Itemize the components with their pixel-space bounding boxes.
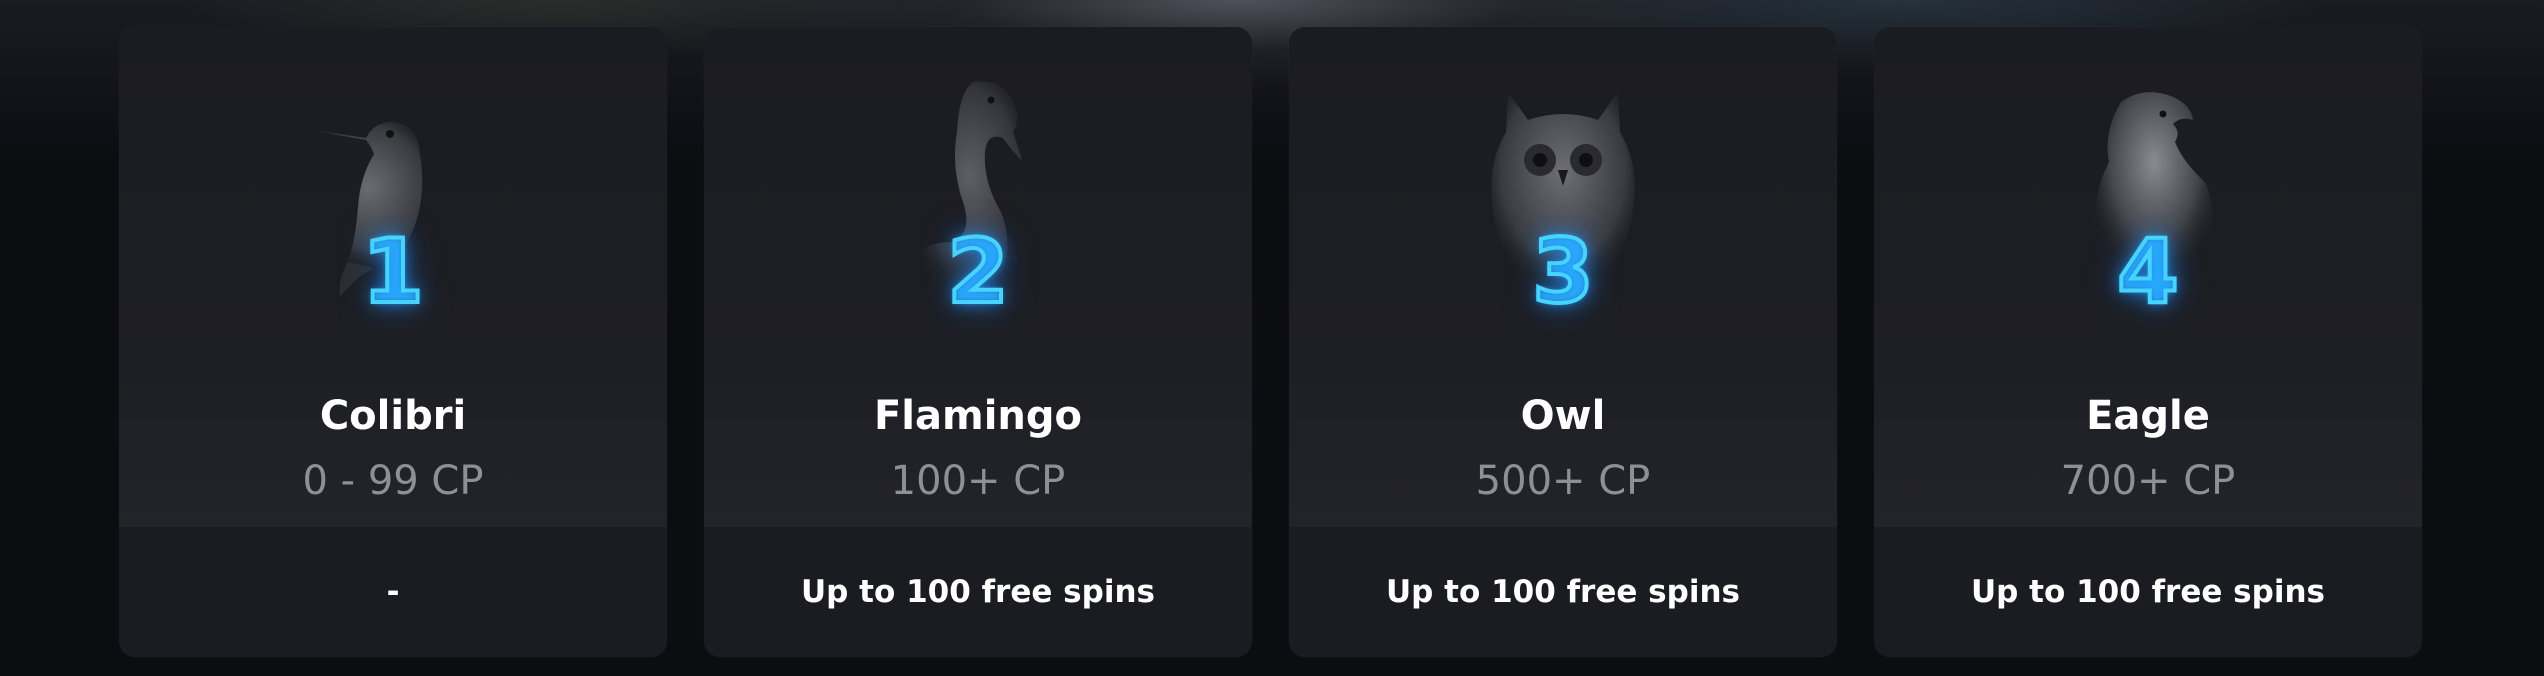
tier-number: 1 [360,220,425,324]
tier-reward: Up to 100 free spins [1971,574,2325,610]
tier-number: 3 [1530,220,1595,324]
tier-card-footer: Up to 100 free spins [1874,527,2422,657]
tier-card-header: 1 Colibri 0 - 99 CP [119,27,667,527]
tier-name: Colibri [319,393,467,439]
tier-name: Flamingo [873,393,1082,439]
tier-reward: Up to 100 free spins [801,574,1155,610]
tier-reward: - [386,574,400,610]
tier-points: 700+ CP [2060,458,2236,504]
tier-name: Eagle [2086,393,2210,439]
loyalty-tiers: 1 Colibri 0 - 99 CP - 2 Flamingo 100+ CP… [119,27,2422,657]
tier-card-header: 3 Owl 500+ CP [1289,27,1837,527]
tier-card-footer: - [119,527,667,657]
tier-points: 0 - 99 CP [302,458,484,504]
tier-points: 500+ CP [1475,458,1651,504]
tier-card-flamingo: 2 Flamingo 100+ CP Up to 100 free spins [704,27,1252,657]
tier-card-colibri: 1 Colibri 0 - 99 CP - [119,27,667,657]
tier-name: Owl [1520,393,1606,439]
tier-reward: Up to 100 free spins [1386,574,1740,610]
tier-number: 2 [945,220,1010,324]
tier-card-footer: Up to 100 free spins [704,527,1252,657]
tier-card-footer: Up to 100 free spins [1289,527,1837,657]
tier-number: 4 [2115,220,2180,324]
tier-card-header: 2 Flamingo 100+ CP [704,27,1252,527]
tier-card-owl: 3 Owl 500+ CP Up to 100 free spins [1289,27,1837,657]
tier-card-eagle: 4 Eagle 700+ CP Up to 100 free spins [1874,27,2422,657]
tier-card-header: 4 Eagle 700+ CP [1874,27,2422,527]
tier-points: 100+ CP [890,458,1066,504]
